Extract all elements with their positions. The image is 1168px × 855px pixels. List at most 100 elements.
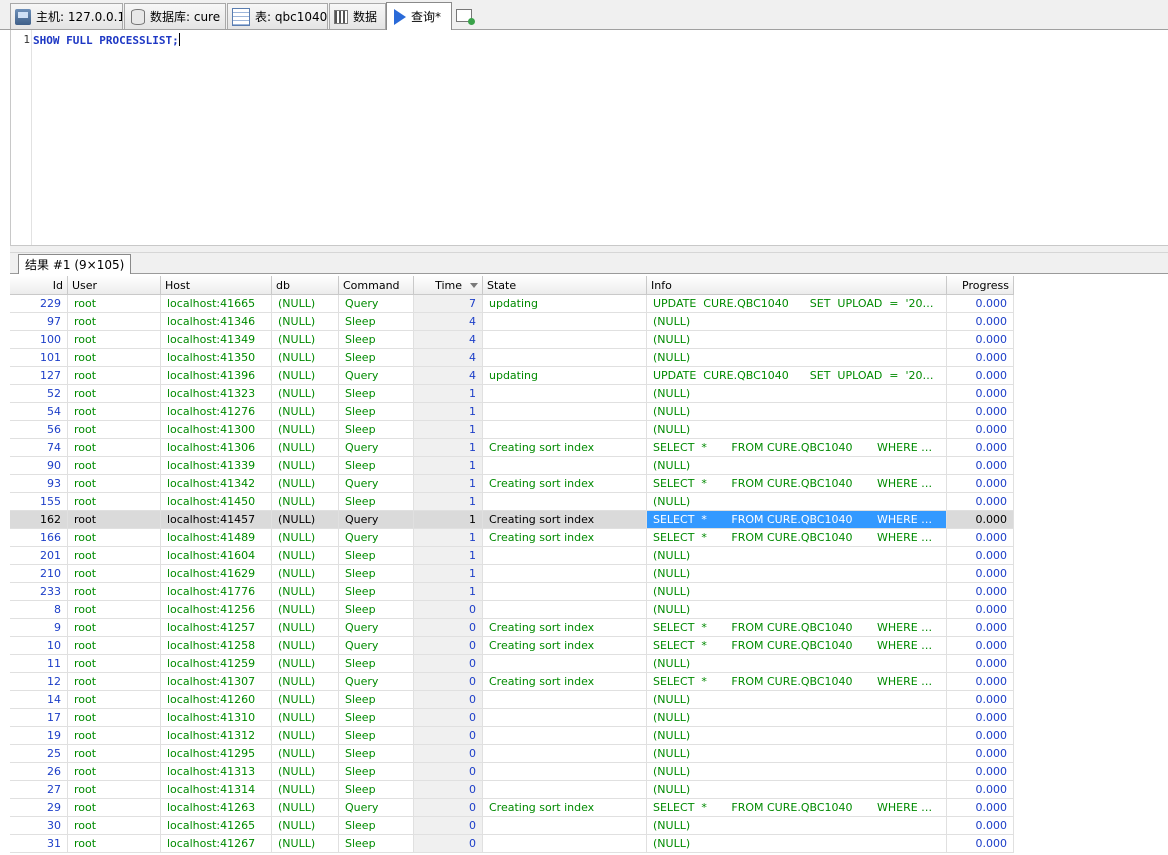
cell-state[interactable] xyxy=(483,763,647,781)
cell-info[interactable]: SELECT * FROM CURE.QBC1040 WHERE MACH... xyxy=(647,619,947,637)
cell-host[interactable]: localhost:41350 xyxy=(161,349,272,367)
cell-id[interactable]: 14 xyxy=(10,691,68,709)
cell-id[interactable]: 166 xyxy=(10,529,68,547)
cell-user[interactable]: root xyxy=(68,835,161,853)
cell-info[interactable]: (NULL) xyxy=(647,763,947,781)
cell-db[interactable]: (NULL) xyxy=(272,691,339,709)
cell-info[interactable]: SELECT * FROM CURE.QBC1040 WHERE MACH... xyxy=(647,511,947,529)
cell-id[interactable]: 8 xyxy=(10,601,68,619)
cell-progress[interactable]: 0.000 xyxy=(947,601,1014,619)
cell-db[interactable]: (NULL) xyxy=(272,349,339,367)
cell-user[interactable]: root xyxy=(68,367,161,385)
cell-id[interactable]: 10 xyxy=(10,637,68,655)
cell-command[interactable]: Sleep xyxy=(339,745,414,763)
cell-progress[interactable]: 0.000 xyxy=(947,349,1014,367)
cell-db[interactable]: (NULL) xyxy=(272,421,339,439)
cell-host[interactable]: localhost:41396 xyxy=(161,367,272,385)
cell-time[interactable]: 1 xyxy=(414,565,483,583)
cell-info[interactable]: SELECT * FROM CURE.QBC1040 WHERE MACH... xyxy=(647,673,947,691)
cell-command[interactable]: Query xyxy=(339,529,414,547)
cell-info[interactable]: (NULL) xyxy=(647,331,947,349)
cell-user[interactable]: root xyxy=(68,331,161,349)
cell-time[interactable]: 1 xyxy=(414,529,483,547)
cell-id[interactable]: 12 xyxy=(10,673,68,691)
cell-progress[interactable]: 0.000 xyxy=(947,511,1014,529)
table-row[interactable]: 17 root localhost:41310 (NULL) Sleep 0 (NULL) 0… xyxy=(10,709,1014,727)
cell-progress[interactable]: 0.000 xyxy=(947,547,1014,565)
sql-editor[interactable]: 1 SHOW FULL PROCESSLIST; xyxy=(10,30,1168,245)
cell-host[interactable]: localhost:41267 xyxy=(161,835,272,853)
table-row[interactable]: 11 root localhost:41259 (NULL) Sleep 0 (NULL) 0… xyxy=(10,655,1014,673)
cell-progress[interactable]: 0.000 xyxy=(947,745,1014,763)
sql-text[interactable]: SHOW FULL PROCESSLIST; xyxy=(33,33,180,47)
tab-query[interactable]: 查询* xyxy=(386,2,452,30)
cell-db[interactable]: (NULL) xyxy=(272,313,339,331)
table-row[interactable]: 90 root localhost:41339 (NULL) Sleep 1 (NULL) 0… xyxy=(10,457,1014,475)
cell-progress[interactable]: 0.000 xyxy=(947,691,1014,709)
cell-db[interactable]: (NULL) xyxy=(272,295,339,313)
cell-id[interactable]: 97 xyxy=(10,313,68,331)
cell-info[interactable]: (NULL) xyxy=(647,403,947,421)
cell-progress[interactable]: 0.000 xyxy=(947,619,1014,637)
cell-id[interactable]: 27 xyxy=(10,781,68,799)
cell-user[interactable]: root xyxy=(68,529,161,547)
cell-info[interactable]: (NULL) xyxy=(647,349,947,367)
cell-state[interactable] xyxy=(483,421,647,439)
cell-host[interactable]: localhost:41629 xyxy=(161,565,272,583)
table-row[interactable]: 8 root localhost:41256 (NULL) Sleep 0 (NULL) 0.… xyxy=(10,601,1014,619)
cell-db[interactable]: (NULL) xyxy=(272,781,339,799)
cell-state[interactable] xyxy=(483,745,647,763)
cell-info[interactable]: (NULL) xyxy=(647,835,947,853)
cell-state[interactable] xyxy=(483,601,647,619)
cell-time[interactable]: 0 xyxy=(414,817,483,835)
cell-info[interactable]: SELECT * FROM CURE.QBC1040 WHERE MACH... xyxy=(647,529,947,547)
table-row[interactable]: 93 root localhost:41342 (NULL) Query 1 Creatin… xyxy=(10,475,1014,493)
table-row[interactable]: 26 root localhost:41313 (NULL) Sleep 0 (NULL) 0… xyxy=(10,763,1014,781)
cell-progress[interactable]: 0.000 xyxy=(947,583,1014,601)
column-header-state[interactable]: State xyxy=(483,276,647,295)
cell-progress[interactable]: 0.000 xyxy=(947,727,1014,745)
column-header-time[interactable]: Time xyxy=(414,276,483,295)
cell-command[interactable]: Query xyxy=(339,637,414,655)
column-header-info[interactable]: Info xyxy=(647,276,947,295)
cell-info[interactable]: (NULL) xyxy=(647,547,947,565)
cell-host[interactable]: localhost:41665 xyxy=(161,295,272,313)
cell-command[interactable]: Query xyxy=(339,673,414,691)
table-row[interactable]: 233 root localhost:41776 (NULL) Sleep 1 (NULL)… xyxy=(10,583,1014,601)
tab-host[interactable]: 主机: 127.0.0.1 xyxy=(10,3,123,29)
cell-time[interactable]: 1 xyxy=(414,457,483,475)
cell-state[interactable] xyxy=(483,547,647,565)
cell-user[interactable]: root xyxy=(68,295,161,313)
table-row[interactable]: 97 root localhost:41346 (NULL) Sleep 4 (NULL) 0… xyxy=(10,313,1014,331)
cell-id[interactable]: 54 xyxy=(10,403,68,421)
cell-time[interactable]: 1 xyxy=(414,439,483,457)
cell-info[interactable]: (NULL) xyxy=(647,817,947,835)
cell-state[interactable] xyxy=(483,781,647,799)
table-row[interactable]: 155 root localhost:41450 (NULL) Sleep 1 (NULL)… xyxy=(10,493,1014,511)
cell-id[interactable]: 155 xyxy=(10,493,68,511)
cell-command[interactable]: Sleep xyxy=(339,655,414,673)
new-query-tab-button[interactable] xyxy=(456,6,476,26)
cell-user[interactable]: root xyxy=(68,709,161,727)
cell-progress[interactable]: 0.000 xyxy=(947,565,1014,583)
cell-state[interactable]: Creating sort index xyxy=(483,799,647,817)
cell-time[interactable]: 1 xyxy=(414,511,483,529)
cell-info[interactable]: SELECT * FROM CURE.QBC1040 WHERE MACH... xyxy=(647,475,947,493)
cell-state[interactable] xyxy=(483,313,647,331)
cell-progress[interactable]: 0.000 xyxy=(947,421,1014,439)
editor-results-splitter[interactable] xyxy=(10,245,1168,253)
cell-info[interactable]: (NULL) xyxy=(647,745,947,763)
cell-command[interactable]: Sleep xyxy=(339,835,414,853)
cell-id[interactable]: 162 xyxy=(10,511,68,529)
table-row[interactable]: 9 root localhost:41257 (NULL) Query 0 Creating… xyxy=(10,619,1014,637)
cell-host[interactable]: localhost:41306 xyxy=(161,439,272,457)
cell-command[interactable]: Query xyxy=(339,439,414,457)
cell-time[interactable]: 1 xyxy=(414,493,483,511)
cell-db[interactable]: (NULL) xyxy=(272,565,339,583)
cell-id[interactable]: 210 xyxy=(10,565,68,583)
cell-progress[interactable]: 0.000 xyxy=(947,799,1014,817)
cell-host[interactable]: localhost:41489 xyxy=(161,529,272,547)
cell-user[interactable]: root xyxy=(68,349,161,367)
cell-progress[interactable]: 0.000 xyxy=(947,439,1014,457)
cell-id[interactable]: 25 xyxy=(10,745,68,763)
